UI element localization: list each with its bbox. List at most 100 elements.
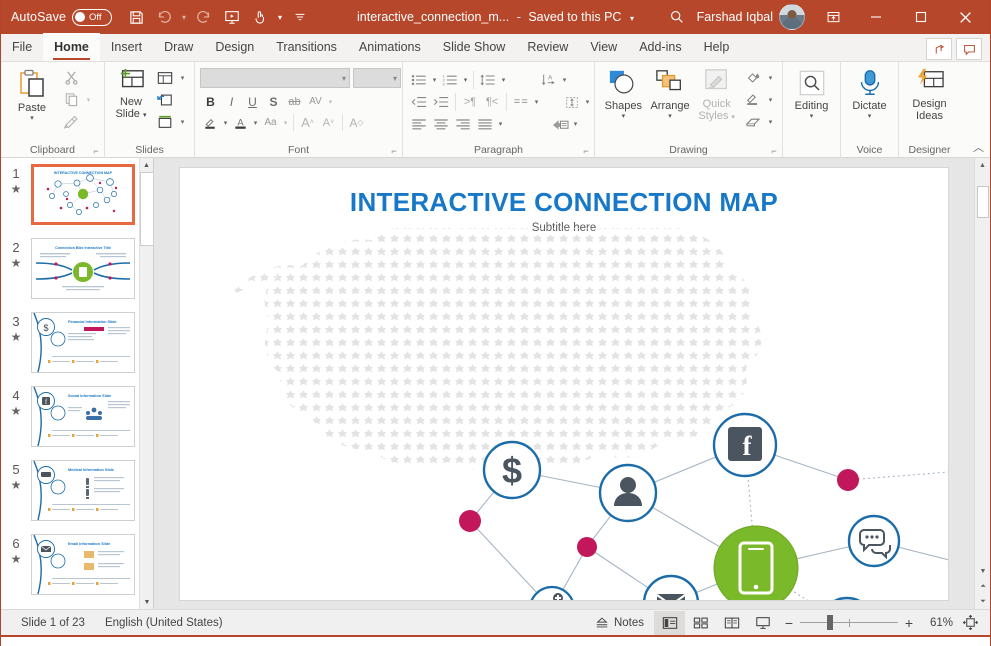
align-center-icon[interactable] bbox=[430, 114, 452, 135]
align-text-icon[interactable] bbox=[561, 92, 583, 113]
autosave-toggle[interactable]: Off bbox=[72, 9, 112, 26]
justify-caret[interactable]: ▾ bbox=[496, 120, 505, 128]
bullets-icon[interactable] bbox=[408, 70, 430, 91]
thumbnail-slide-4[interactable]: 4 ★ f Social Information Slide bbox=[1, 386, 139, 447]
design-ideas-button[interactable]: DesignIdeas bbox=[904, 65, 955, 122]
comment-icon[interactable] bbox=[956, 38, 982, 60]
numbering-icon[interactable]: 123 bbox=[439, 70, 461, 91]
tab-add-ins[interactable]: Add-ins bbox=[628, 33, 692, 61]
ribbon-display-options-icon[interactable] bbox=[813, 0, 853, 34]
change-case-caret[interactable]: ▾ bbox=[281, 119, 290, 127]
scroll-down-button[interactable]: ▼ bbox=[975, 564, 991, 579]
align-left-icon[interactable] bbox=[408, 114, 430, 135]
columns-caret[interactable]: ▾ bbox=[532, 98, 541, 106]
scroll-thumb[interactable] bbox=[977, 186, 989, 218]
zoom-percent-label[interactable]: 61% bbox=[920, 617, 958, 629]
slide-sorter-button[interactable] bbox=[685, 611, 716, 635]
shapes-button[interactable]: Shapes ▾ bbox=[600, 65, 647, 121]
collapse-ribbon-icon[interactable]: ︿ bbox=[973, 139, 984, 155]
shape-outline-button[interactable]: ▾ bbox=[740, 89, 777, 110]
align-text-caret[interactable]: ▾ bbox=[583, 98, 592, 106]
tab-slide-show[interactable]: Slide Show bbox=[432, 33, 517, 61]
thumbnail-slide-6[interactable]: 6 ★ Email Information Slide bbox=[1, 534, 139, 595]
tab-animations[interactable]: Animations bbox=[348, 33, 432, 61]
reset-button[interactable] bbox=[152, 89, 189, 110]
start-presentation-icon[interactable] bbox=[218, 3, 246, 31]
text-highlight-caret[interactable]: ▾ bbox=[221, 119, 230, 127]
arrange-caret[interactable]: ▾ bbox=[668, 113, 672, 121]
thumbnail-scrollbar[interactable]: ▲ ▼ bbox=[139, 158, 153, 609]
convert-to-smartart-icon[interactable] bbox=[549, 114, 571, 135]
language-indicator[interactable]: English (United States) bbox=[95, 610, 233, 636]
italic-icon[interactable]: I bbox=[221, 91, 242, 112]
tab-help[interactable]: Help bbox=[693, 33, 741, 61]
save-state-caret[interactable]: ▾ bbox=[630, 14, 634, 23]
text-direction-icon[interactable]: A bbox=[538, 70, 560, 91]
current-slide[interactable]: INTERACTIVE CONNECTION MAP Subtitle here bbox=[179, 167, 949, 601]
tab-home[interactable]: Home bbox=[43, 33, 100, 61]
undo-dropdown-caret[interactable]: ▾ bbox=[178, 3, 190, 31]
thumbnail-slide-2[interactable]: 2 ★ Connection Bike Interactive Title bbox=[1, 238, 139, 299]
rtl-icon[interactable]: ¶< bbox=[481, 92, 503, 113]
justify-icon[interactable] bbox=[474, 114, 496, 135]
shape-fill-button[interactable]: ▾ bbox=[740, 67, 777, 88]
font-color-caret[interactable]: ▾ bbox=[251, 119, 260, 127]
shapes-caret[interactable]: ▾ bbox=[622, 113, 626, 121]
maximize-icon[interactable] bbox=[898, 0, 943, 34]
slideshow-button[interactable] bbox=[747, 611, 778, 635]
slide-edit-area[interactable]: INTERACTIVE CONNECTION MAP Subtitle here bbox=[153, 158, 974, 609]
paste-caret[interactable]: ▾ bbox=[30, 115, 34, 123]
quick-styles-button[interactable]: QuickStyles ▾ bbox=[693, 65, 740, 124]
line-spacing-icon[interactable] bbox=[477, 70, 499, 91]
clear-formatting-icon[interactable]: A◇ bbox=[346, 112, 367, 133]
normal-view-button[interactable] bbox=[654, 611, 685, 635]
bullets-caret[interactable]: ▾ bbox=[430, 76, 439, 84]
zoom-in-button[interactable]: + bbox=[898, 611, 920, 635]
smartart-caret[interactable]: ▾ bbox=[571, 120, 580, 128]
copy-button[interactable]: ▾ bbox=[58, 89, 95, 110]
shape-outline-caret[interactable]: ▾ bbox=[766, 96, 775, 104]
line-spacing-caret[interactable]: ▾ bbox=[499, 76, 508, 84]
ltr-icon[interactable]: >¶ bbox=[459, 92, 481, 113]
thumbnail-scroll-down-button[interactable]: ▼ bbox=[140, 595, 153, 609]
zoom-slider[interactable] bbox=[800, 611, 898, 635]
notes-button[interactable]: Notes bbox=[585, 611, 654, 635]
columns-icon[interactable] bbox=[510, 92, 532, 113]
save-state-label[interactable]: Saved to this PC bbox=[528, 10, 621, 24]
search-icon[interactable] bbox=[657, 2, 697, 32]
editing-button[interactable]: Editing ▾ bbox=[788, 65, 835, 121]
cut-button[interactable] bbox=[58, 67, 95, 88]
shape-effects-caret[interactable]: ▾ bbox=[766, 118, 775, 126]
shadow-icon[interactable]: S bbox=[263, 91, 284, 112]
touch-mode-icon[interactable] bbox=[246, 3, 274, 31]
arrange-button[interactable]: Arrange ▾ bbox=[647, 65, 694, 121]
close-icon[interactable] bbox=[943, 0, 988, 34]
minimize-icon[interactable] bbox=[853, 0, 898, 34]
share-icon[interactable] bbox=[926, 38, 952, 60]
shape-effects-button[interactable]: ▾ bbox=[740, 111, 777, 132]
strikethrough-icon[interactable]: ab bbox=[284, 91, 305, 112]
thumbnail-scroll-up-button[interactable]: ▲ bbox=[140, 158, 153, 172]
increase-font-size-icon[interactable]: A˄ bbox=[297, 112, 318, 133]
connection-map-graphic[interactable]: $ f bbox=[180, 168, 949, 601]
font-color-icon[interactable]: A bbox=[230, 112, 251, 133]
redo-icon[interactable] bbox=[190, 3, 218, 31]
decrease-indent-icon[interactable] bbox=[408, 92, 430, 113]
text-highlight-icon[interactable] bbox=[200, 112, 221, 133]
font-size-input[interactable]: ▾ bbox=[353, 68, 401, 88]
touch-mode-caret[interactable]: ▾ bbox=[274, 3, 286, 31]
character-spacing-icon[interactable]: AV bbox=[305, 91, 326, 112]
format-painter-button[interactable] bbox=[58, 111, 95, 132]
tab-design[interactable]: Design bbox=[204, 33, 265, 61]
dictate-caret[interactable]: ▾ bbox=[868, 113, 872, 121]
tab-insert[interactable]: Insert bbox=[100, 33, 153, 61]
user-name[interactable]: Farshad Iqbal bbox=[697, 10, 773, 24]
font-name-input[interactable]: ▾ bbox=[200, 68, 350, 88]
numbering-caret[interactable]: ▾ bbox=[461, 76, 470, 84]
customize-quick-access-icon[interactable] bbox=[286, 3, 314, 31]
clipboard-dialog-launcher[interactable]: ⌐ bbox=[90, 145, 102, 157]
thumbnail-slide-3[interactable]: 3 ★ $ Financial Information Slide bbox=[1, 312, 139, 373]
editing-caret[interactable]: ▾ bbox=[810, 113, 814, 121]
font-size-caret[interactable]: ▾ bbox=[393, 74, 397, 83]
font-name-caret[interactable]: ▾ bbox=[342, 74, 346, 83]
